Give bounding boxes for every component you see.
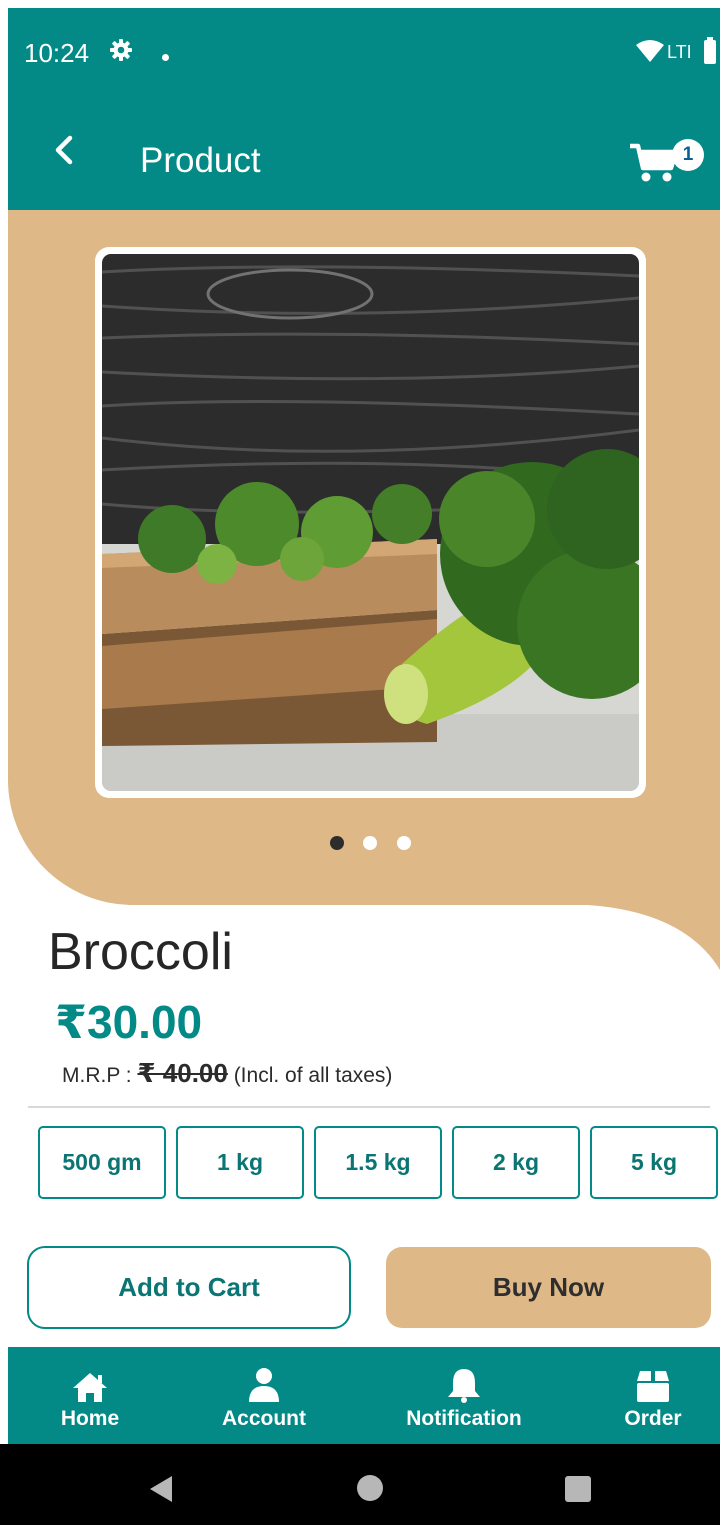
weight-option-1kg[interactable]: 1 kg bbox=[176, 1126, 304, 1199]
weight-option-5kg[interactable]: 5 kg bbox=[590, 1126, 718, 1199]
product-name: Broccoli bbox=[48, 923, 233, 981]
bell-icon bbox=[448, 1369, 480, 1403]
system-recents-icon[interactable] bbox=[565, 1476, 591, 1502]
tax-note: (Incl. of all taxes) bbox=[227, 1064, 393, 1087]
system-back-icon[interactable] bbox=[148, 1474, 174, 1504]
nav-account[interactable]: Account bbox=[204, 1347, 324, 1444]
pager-dot[interactable] bbox=[397, 836, 411, 850]
system-home-icon[interactable] bbox=[357, 1475, 383, 1501]
nav-label-order: Order bbox=[624, 1407, 682, 1430]
nav-label-account: Account bbox=[222, 1407, 306, 1430]
system-nav-bar bbox=[0, 1444, 720, 1525]
nav-label-home: Home bbox=[60, 1407, 120, 1430]
product-image-frame[interactable] bbox=[95, 247, 646, 798]
bottom-nav: Home Account Notification Order bbox=[8, 1347, 720, 1444]
nav-home[interactable]: Home bbox=[40, 1347, 140, 1444]
pager-dot[interactable] bbox=[363, 836, 377, 850]
mrp-label: M.R.P : bbox=[62, 1064, 138, 1087]
account-icon bbox=[249, 1368, 279, 1402]
nav-label-notification: Notification bbox=[406, 1407, 522, 1430]
product-price: ₹30.00 bbox=[55, 996, 203, 1048]
product-screen: 10:24 LTI Product 1 Broccoli ₹30.00 M.R.… bbox=[0, 0, 720, 1525]
weight-options: 500 gm 1 kg 1.5 kg 2 kg 5 kg bbox=[0, 1126, 720, 1200]
mrp-value: ₹ 40.00 bbox=[137, 1058, 228, 1088]
home-icon bbox=[73, 1373, 107, 1402]
nav-notification[interactable]: Notification bbox=[394, 1347, 534, 1444]
add-to-cart-button[interactable]: Add to Cart bbox=[27, 1246, 351, 1329]
order-box-icon bbox=[637, 1371, 669, 1402]
pager-dot-active[interactable] bbox=[330, 836, 344, 850]
weight-option-500gm[interactable]: 500 gm bbox=[38, 1126, 166, 1199]
product-image bbox=[102, 254, 639, 791]
divider bbox=[28, 1106, 710, 1108]
buy-now-button[interactable]: Buy Now bbox=[386, 1247, 711, 1328]
weight-option-1-5kg[interactable]: 1.5 kg bbox=[314, 1126, 442, 1199]
mrp-line: M.R.P : ₹ 40.00 (Incl. of all taxes) bbox=[62, 1058, 392, 1089]
weight-option-2kg[interactable]: 2 kg bbox=[452, 1126, 580, 1199]
nav-order[interactable]: Order bbox=[603, 1347, 703, 1444]
